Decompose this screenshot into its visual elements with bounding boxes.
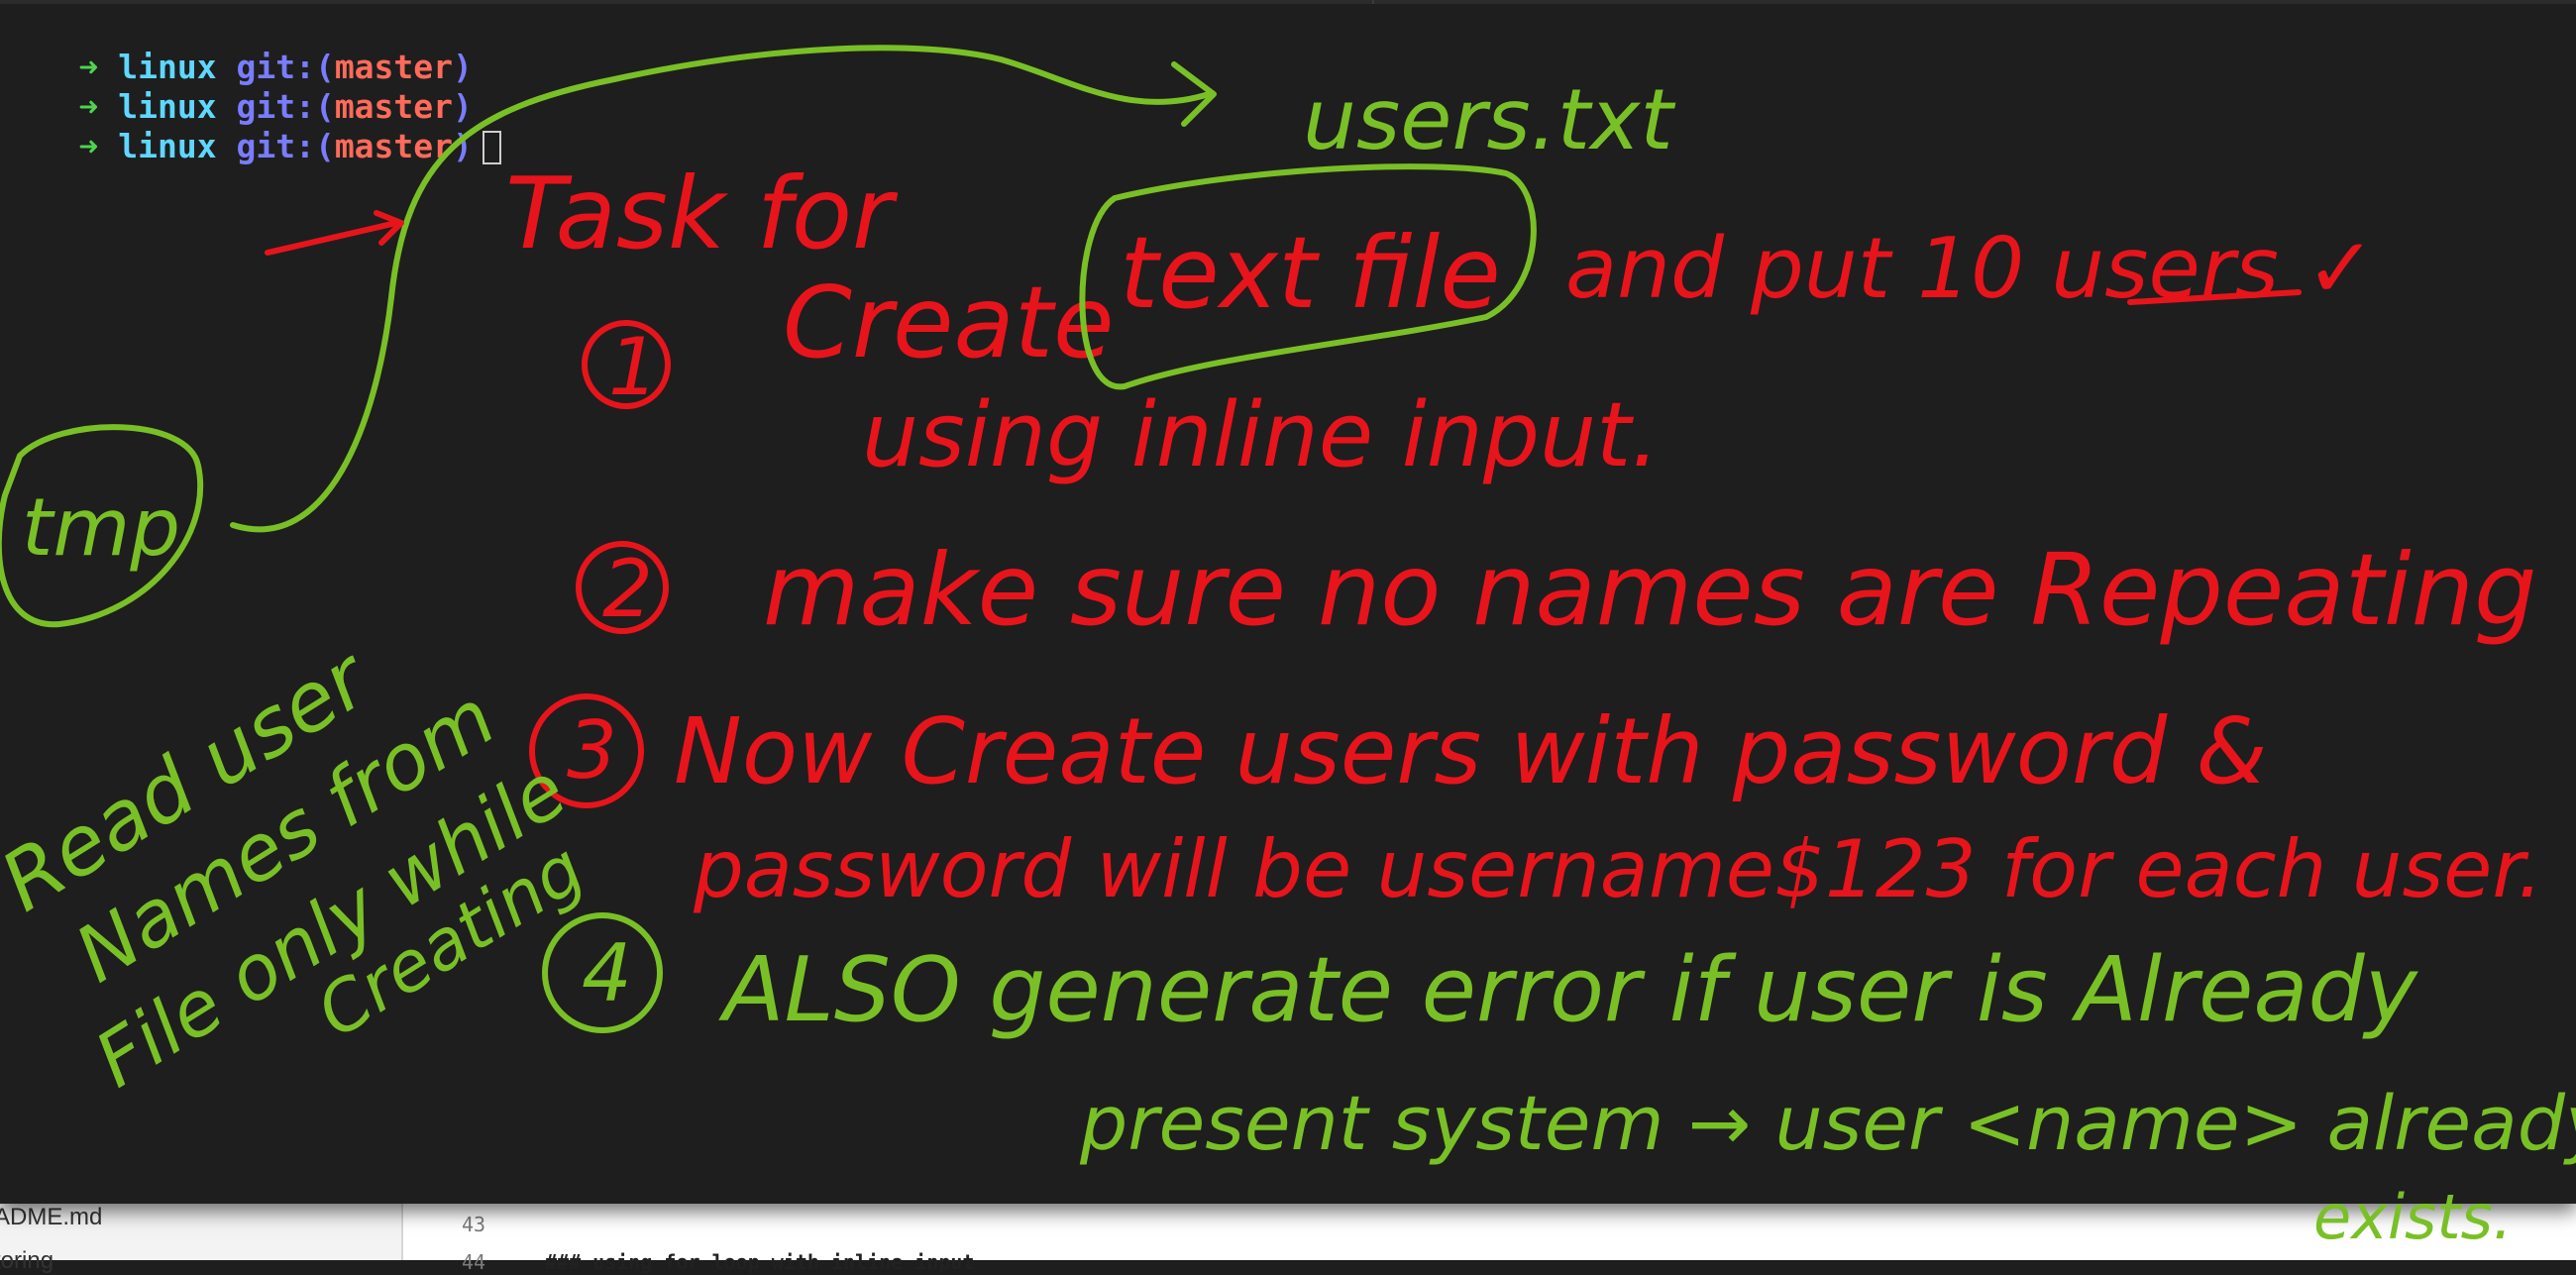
item-4-text-line2: present system → user <name> already bbox=[1079, 1079, 2576, 1167]
tmp-label: tmp bbox=[22, 481, 180, 574]
item-1-text-line2: using inline input. bbox=[862, 383, 1660, 487]
item-1-text: Create bbox=[783, 265, 1114, 380]
item-number: 1 bbox=[608, 321, 659, 413]
task-heading: Task for bbox=[505, 156, 899, 271]
item-2-text: make sure no names are Repeating bbox=[763, 532, 2536, 648]
item-4-text-line3: exists. bbox=[2313, 1181, 2513, 1253]
side-note: Read user Names from File only while Cre… bbox=[0, 630, 597, 1104]
users-file-label: users.txt bbox=[1303, 71, 1675, 169]
item-4-text-line1: ALSO generate error if user is Already bbox=[718, 938, 2419, 1042]
item-3-text-line1: Now Create users with password & bbox=[674, 698, 2267, 804]
red-arrow bbox=[265, 220, 399, 256]
item-number: 4 bbox=[582, 927, 632, 1019]
item-1-text-rest: and put 10 users ✓ bbox=[1565, 220, 2376, 318]
item-3-text-line2: password will be username$123 for each u… bbox=[693, 823, 2542, 915]
item-number: 3 bbox=[567, 704, 617, 797]
item-1-text-file: text file bbox=[1120, 215, 1501, 331]
annotation-layer: tmp users.txt Task for 1 Create text fil… bbox=[0, 45, 2576, 1253]
item-number: 2 bbox=[602, 543, 653, 635]
